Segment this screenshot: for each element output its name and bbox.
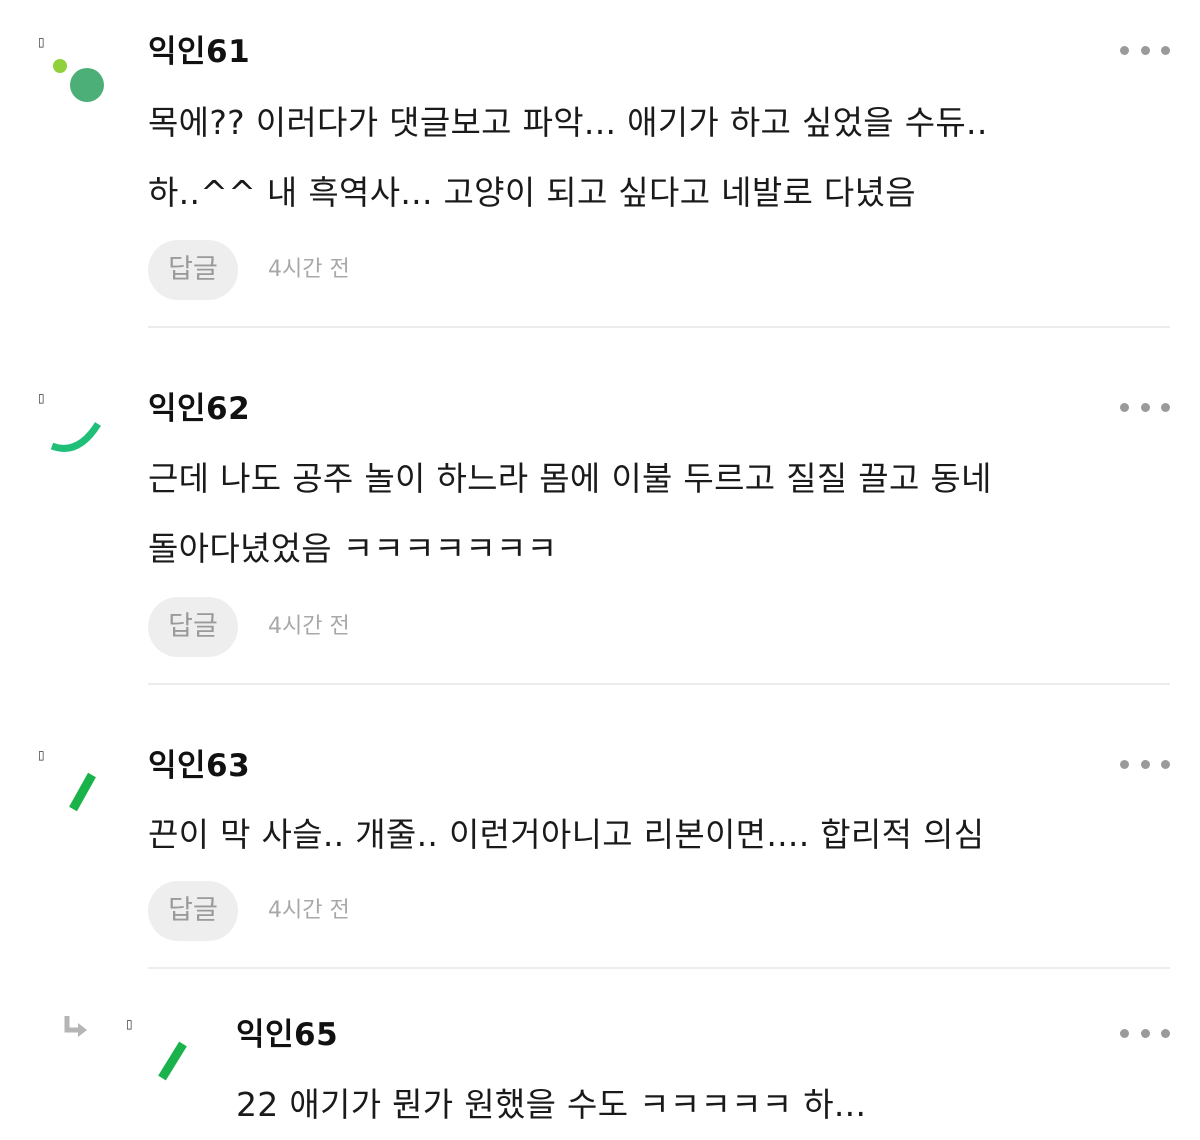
comment-text-line: 22 애기가 뭔가 원했을 수도 ㅋㅋㅋㅋㅋ 하... — [236, 1085, 867, 1124]
avatar[interactable]: ▯ — [38, 36, 118, 116]
avatar-shape-icon — [158, 1041, 187, 1081]
comment-meta: 답글 4시간 전 — [148, 881, 350, 941]
nickname[interactable]: 익인61 — [148, 32, 250, 72]
more-options-icon[interactable] — [1120, 40, 1170, 60]
reply-button[interactable]: 답글 — [148, 881, 238, 941]
avatar[interactable]: ▯ — [38, 392, 118, 472]
avatar-shape-icon — [69, 772, 96, 812]
timestamp: 4시간 전 — [268, 257, 350, 282]
timestamp: 4시간 전 — [268, 614, 350, 639]
reply-arrow-icon — [64, 1016, 87, 1037]
nickname[interactable]: 익인65 — [236, 1015, 338, 1055]
avatar-shape-icon — [50, 422, 101, 452]
more-options-icon[interactable] — [1120, 754, 1170, 774]
avatar-shape-icon — [53, 59, 104, 102]
divider — [148, 326, 1170, 328]
nickname[interactable]: 익인62 — [148, 389, 250, 429]
reply-button[interactable]: 답글 — [148, 240, 238, 300]
divider — [148, 967, 1170, 969]
timestamp: 4시간 전 — [268, 898, 350, 923]
nickname[interactable]: 익인63 — [148, 746, 250, 786]
reply-button[interactable]: 답글 — [148, 597, 238, 657]
comment-text-line: 근데 나도 공주 놀이 하느라 몸에 이불 두르고 질질 끌고 동네 — [148, 459, 992, 498]
avatar[interactable]: ▯ — [38, 749, 118, 829]
avatar[interactable]: ▯ — [126, 1018, 206, 1098]
comment-text-line: 끈이 막 사슬.. 개줄.. 이런거아니고 리본이면.... 합리적 의심 — [148, 815, 985, 854]
comment-meta: 답글 4시간 전 — [148, 240, 350, 300]
more-options-icon[interactable] — [1120, 397, 1170, 417]
more-options-icon[interactable] — [1120, 1023, 1170, 1043]
comment-meta: 답글 4시간 전 — [148, 597, 350, 657]
divider — [148, 683, 1170, 685]
comment-text-line: 돌아다녔었음 ㅋㅋㅋㅋㅋㅋㅋ — [148, 529, 558, 568]
comment-text-line: 하..^^ 내 흑역사... 고양이 되고 싶다고 네발로 다녔음 — [148, 173, 916, 212]
comment-text-line: 목에?? 이러다가 댓글보고 파악... 애기가 하고 싶었을 수듀.. — [148, 103, 988, 142]
